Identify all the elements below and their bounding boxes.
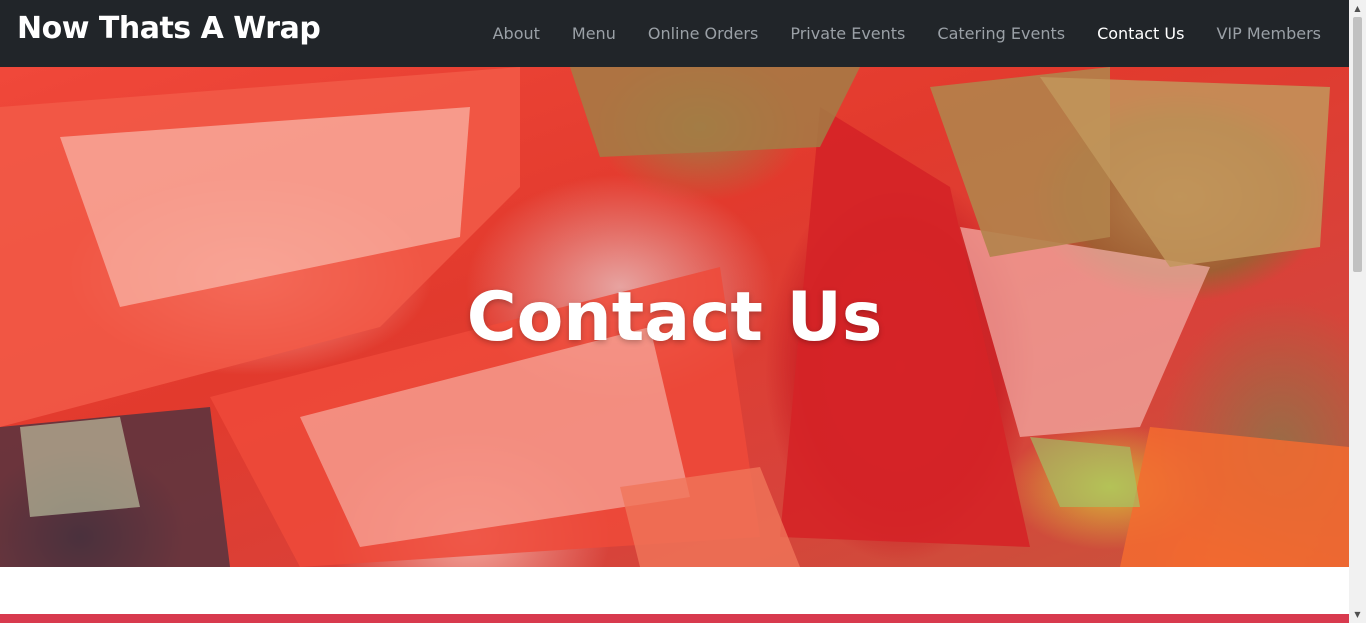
scroll-down-icon[interactable]: ▼ — [1349, 606, 1366, 623]
scroll-up-icon[interactable]: ▲ — [1349, 0, 1366, 17]
nav-menu-link[interactable]: Menu — [556, 0, 632, 67]
nav-about[interactable]: About — [477, 0, 556, 67]
vertical-scrollbar[interactable]: ▲ ▼ — [1349, 0, 1366, 623]
nav-catering-events[interactable]: Catering Events — [921, 0, 1081, 67]
page-title: Contact Us — [466, 278, 883, 357]
section-divider-bar — [0, 614, 1349, 623]
nav-menu: About Menu Online Orders Private Events … — [477, 0, 1337, 67]
scrollbar-thumb[interactable] — [1353, 17, 1362, 272]
nav-online-orders[interactable]: Online Orders — [632, 0, 775, 67]
nav-private-events[interactable]: Private Events — [774, 0, 921, 67]
nav-vip-members[interactable]: VIP Members — [1200, 0, 1337, 67]
hero-banner: Contact Us — [0, 67, 1349, 567]
brand-link[interactable]: Now Thats A Wrap — [17, 9, 321, 49]
nav-contact-us[interactable]: Contact Us — [1081, 0, 1200, 67]
top-navbar: Now Thats A Wrap About Menu Online Order… — [0, 0, 1349, 67]
